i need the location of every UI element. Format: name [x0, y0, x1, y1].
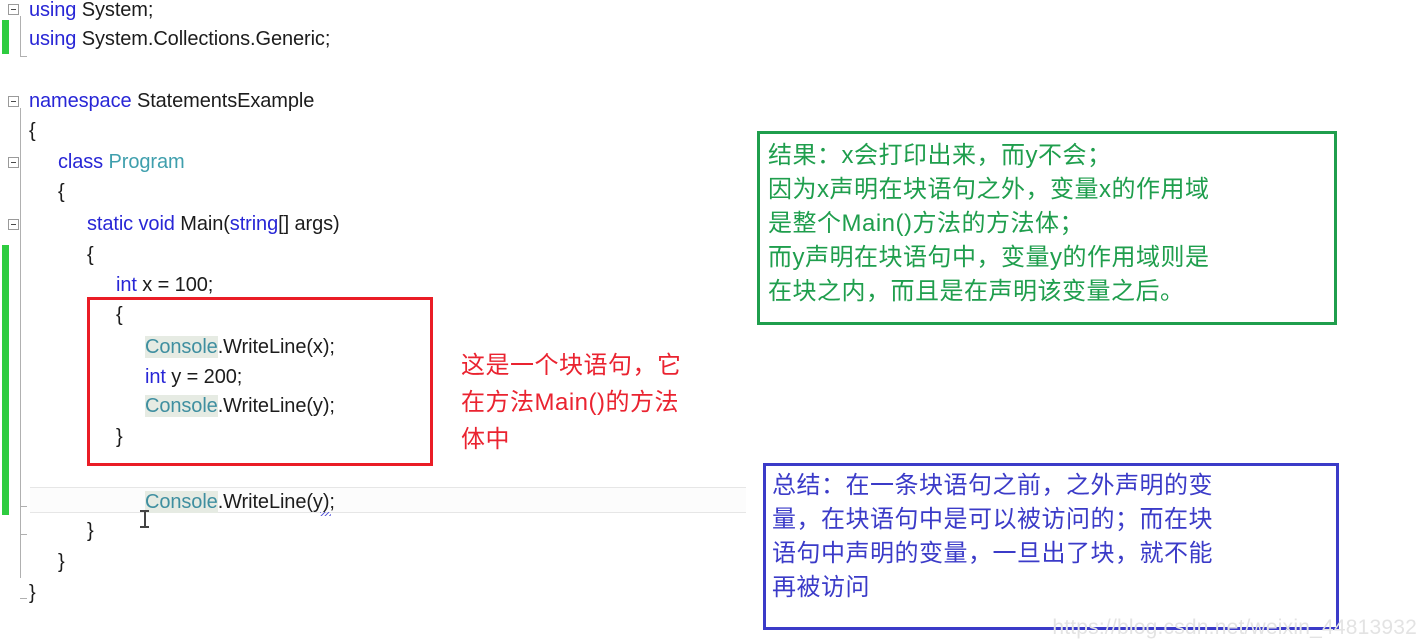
code-token: .WriteLine(y);: [217, 491, 335, 513]
outlining-elbow-namespace: [20, 598, 27, 599]
current-line-highlight: [30, 487, 746, 513]
code-token: string: [229, 213, 279, 235]
fold-marker-usings[interactable]: [8, 4, 19, 15]
code-line: class Program: [58, 152, 185, 172]
code-line: using System.Collections.Generic;: [29, 29, 330, 49]
code-line: {: [58, 182, 65, 202]
code-line: Console.WriteLine(y);: [145, 491, 335, 513]
green-annotation-text: 结果：x会打印出来，而y不会； 因为x声明在块语句之外，变量x的作用域 是整个M…: [768, 142, 1210, 305]
code-line: }: [29, 583, 36, 603]
code-token: namespace: [29, 90, 132, 112]
code-token: {: [29, 120, 36, 142]
gutter-change-bar-top: [2, 20, 9, 54]
code-line: {: [29, 121, 36, 141]
code-token: Main(: [174, 213, 230, 235]
text-ibeam-cursor: [140, 510, 149, 528]
code-token: System.Collections.Generic;: [76, 28, 331, 50]
fold-marker-class[interactable]: [8, 157, 19, 168]
code-token: Program: [108, 151, 185, 173]
outlining-guide-line-usings: [20, 16, 21, 56]
code-line: {: [87, 245, 94, 265]
csdn-watermark: https://blog.csdn.net/weixin_44813932: [1052, 616, 1417, 639]
code-line: namespace StatementsExample: [29, 91, 314, 111]
red-annotation-box: [87, 297, 433, 466]
code-token: Console: [145, 491, 218, 513]
code-line: }: [87, 521, 94, 541]
code-token: using: [29, 0, 77, 21]
outlining-guide-line-namespace: [20, 108, 21, 578]
error-squiggle: [320, 512, 331, 516]
code-token: }: [29, 582, 36, 604]
code-line: static void Main(string[] args): [87, 214, 340, 234]
blue-annotation-text: 总结：在一条块语句之前，之外声明的变 量，在块语句中是可以被访问的；而在块 语句…: [772, 472, 1213, 601]
code-token: int: [116, 274, 137, 296]
code-token: [] args): [278, 213, 340, 235]
fold-marker-namespace[interactable]: [8, 96, 19, 107]
red-annotation-text: 这是一个块语句，它 在方法Main()的方法 体中: [461, 352, 682, 453]
code-token: class: [58, 151, 104, 173]
outlining-elbow-usings: [20, 56, 27, 57]
outlining-elbow-class: [20, 534, 27, 535]
code-token: StatementsExample: [131, 90, 315, 112]
code-token: x = 100;: [136, 274, 214, 296]
code-line: using System;: [29, 0, 153, 20]
code-token: {: [58, 181, 65, 203]
code-token: System;: [76, 0, 154, 21]
code-token: {: [87, 244, 94, 266]
code-token: }: [87, 520, 94, 542]
code-token: static void: [87, 213, 175, 235]
code-token: }: [58, 551, 65, 573]
fold-marker-method[interactable]: [8, 219, 19, 230]
gutter-change-bar-main: [2, 245, 9, 515]
code-line: int x = 100;: [116, 275, 213, 295]
outlining-elbow-method: [20, 506, 27, 507]
code-token: using: [29, 28, 77, 50]
code-line: }: [58, 552, 65, 572]
